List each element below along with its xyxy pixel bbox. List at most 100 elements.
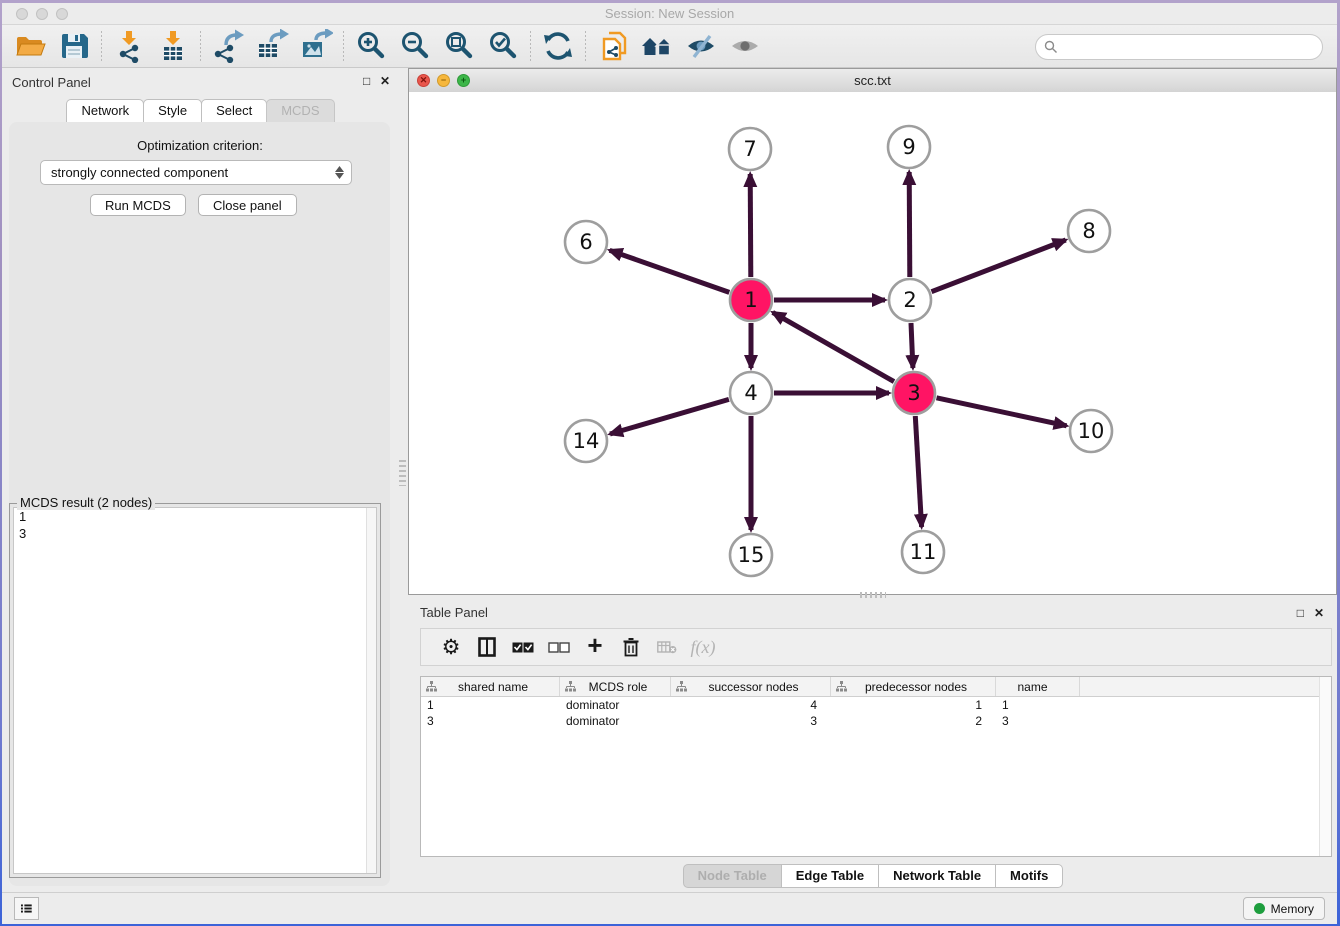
edge-4-14[interactable]: [610, 399, 729, 434]
import-table-button[interactable]: [151, 27, 195, 65]
open-file-button[interactable]: [8, 27, 52, 65]
network-window-title: scc.txt: [409, 73, 1336, 88]
edge-3-11[interactable]: [915, 416, 921, 527]
column-header-name[interactable]: name: [996, 677, 1080, 696]
optimization-criterion-dropdown[interactable]: strongly connected component: [40, 160, 352, 185]
tab-network[interactable]: Network: [66, 99, 144, 122]
refresh-view-button[interactable]: [536, 27, 580, 65]
graph-node-1[interactable]: 1: [730, 279, 772, 321]
float-panel-icon[interactable]: □: [363, 74, 370, 88]
delete-columns-icon: [623, 638, 639, 657]
graph-node-6[interactable]: 6: [565, 221, 607, 263]
export-network-button[interactable]: [206, 27, 250, 65]
graph-node-3[interactable]: 3: [893, 372, 935, 414]
table-cell[interactable]: dominator: [560, 697, 671, 713]
table-cell[interactable]: 2: [831, 713, 996, 729]
edge-3-10[interactable]: [937, 398, 1067, 426]
tab-style[interactable]: Style: [143, 99, 202, 122]
edge-2-3[interactable]: [911, 323, 913, 368]
graph-node-8[interactable]: 8: [1068, 210, 1110, 252]
node-label: 9: [902, 135, 915, 159]
edge-3-1[interactable]: [773, 312, 894, 381]
network-document-button[interactable]: [591, 27, 635, 65]
graph-node-15[interactable]: 15: [730, 534, 772, 576]
edge-2-9[interactable]: [909, 172, 910, 277]
network-window-titlebar[interactable]: ✕ − + scc.txt: [409, 69, 1336, 93]
table-cell[interactable]: 4: [671, 697, 831, 713]
horizontal-splitter-handle[interactable]: [860, 592, 886, 598]
table-cell[interactable]: 3: [421, 713, 560, 729]
home-networks-button[interactable]: [635, 27, 679, 65]
tab-network-table[interactable]: Network Table: [878, 864, 996, 888]
graph-node-10[interactable]: 10: [1070, 410, 1112, 452]
tab-motifs[interactable]: Motifs: [995, 864, 1063, 888]
table-close-panel-icon[interactable]: ✕: [1314, 606, 1324, 620]
column-selector-button[interactable]: [469, 631, 505, 663]
control-panel-tabs: NetworkStyleSelectMCDS: [2, 99, 398, 122]
column-header-predecessor-nodes[interactable]: predecessor nodes: [831, 677, 996, 696]
tab-node-table[interactable]: Node Table: [683, 864, 782, 888]
delete-columns-button[interactable]: [613, 631, 649, 663]
app-titlebar[interactable]: Session: New Session: [2, 3, 1337, 25]
graph-node-7[interactable]: 7: [729, 128, 771, 170]
export-image-button[interactable]: [294, 27, 338, 65]
function-builder-icon: f(x): [691, 637, 716, 658]
edge-2-8[interactable]: [932, 240, 1066, 292]
node-label: 14: [573, 429, 600, 453]
zoom-fit-button[interactable]: [437, 27, 481, 65]
table-cell[interactable]: 3: [996, 713, 1080, 729]
gear-button[interactable]: ⚙: [433, 631, 469, 663]
vertical-splitter-handle[interactable]: [399, 460, 406, 486]
node-table[interactable]: shared nameMCDS rolesuccessor nodesprede…: [420, 676, 1332, 857]
search-field[interactable]: [1035, 34, 1323, 60]
column-header-MCDS-role[interactable]: MCDS role: [560, 677, 671, 696]
import-table-icon: [156, 29, 190, 63]
result-scrollbar[interactable]: [366, 508, 376, 873]
table-cell[interactable]: dominator: [560, 713, 671, 729]
hide-eye-slash-button[interactable]: [679, 27, 723, 65]
table-row[interactable]: 3dominator323: [421, 713, 1331, 729]
run-mcds-button[interactable]: Run MCDS: [90, 194, 186, 216]
deselect-all-checkboxes-button[interactable]: [541, 631, 577, 663]
table-cell[interactable]: 1: [831, 697, 996, 713]
column-header-shared-name[interactable]: shared name: [421, 677, 560, 696]
task-history-button[interactable]: [14, 897, 39, 920]
graph-node-4[interactable]: 4: [730, 372, 772, 414]
zoom-in-icon: [354, 29, 388, 63]
table-float-panel-icon[interactable]: □: [1297, 606, 1304, 620]
close-panel-button[interactable]: Close panel: [198, 194, 297, 216]
search-icon: [1044, 40, 1058, 54]
table-scrollbar[interactable]: [1319, 677, 1331, 856]
table-cell[interactable]: 1: [996, 697, 1080, 713]
network-canvas[interactable]: 7 9 6 8 1 2 4 3 14 10 15 11: [409, 92, 1336, 594]
mcds-result-list[interactable]: 13: [13, 507, 377, 874]
table-cell[interactable]: 3: [671, 713, 831, 729]
import-network-button[interactable]: [107, 27, 151, 65]
edge-1-6[interactable]: [610, 250, 730, 292]
graph-node-11[interactable]: 11: [902, 531, 944, 573]
graph-node-9[interactable]: 9: [888, 126, 930, 168]
edge-1-7[interactable]: [750, 174, 751, 277]
table-cell[interactable]: 1: [421, 697, 560, 713]
column-header-successor-nodes[interactable]: successor nodes: [671, 677, 831, 696]
zoom-out-button[interactable]: [393, 27, 437, 65]
table-row[interactable]: 1dominator411: [421, 697, 1331, 713]
zoom-selected-button[interactable]: [481, 27, 525, 65]
add-column-button[interactable]: +: [577, 631, 613, 663]
network-graph[interactable]: 7 9 6 8 1 2 4 3 14 10 15 11: [409, 92, 1336, 594]
memory-button[interactable]: Memory: [1243, 897, 1325, 920]
tab-select[interactable]: Select: [201, 99, 267, 122]
column-selector-icon: [478, 637, 496, 657]
select-all-checkboxes-button[interactable]: [505, 631, 541, 663]
save-session-button[interactable]: [52, 27, 96, 65]
graph-node-14[interactable]: 14: [565, 420, 607, 462]
zoom-in-button[interactable]: [349, 27, 393, 65]
export-table-button[interactable]: [250, 27, 294, 65]
close-panel-icon[interactable]: ✕: [380, 74, 390, 88]
open-file-icon: [13, 29, 47, 63]
graph-node-2[interactable]: 2: [889, 279, 931, 321]
show-eye-button[interactable]: [723, 27, 767, 65]
tab-mcds[interactable]: MCDS: [266, 99, 334, 122]
tab-edge-table[interactable]: Edge Table: [781, 864, 879, 888]
search-input[interactable]: [1058, 40, 1322, 55]
